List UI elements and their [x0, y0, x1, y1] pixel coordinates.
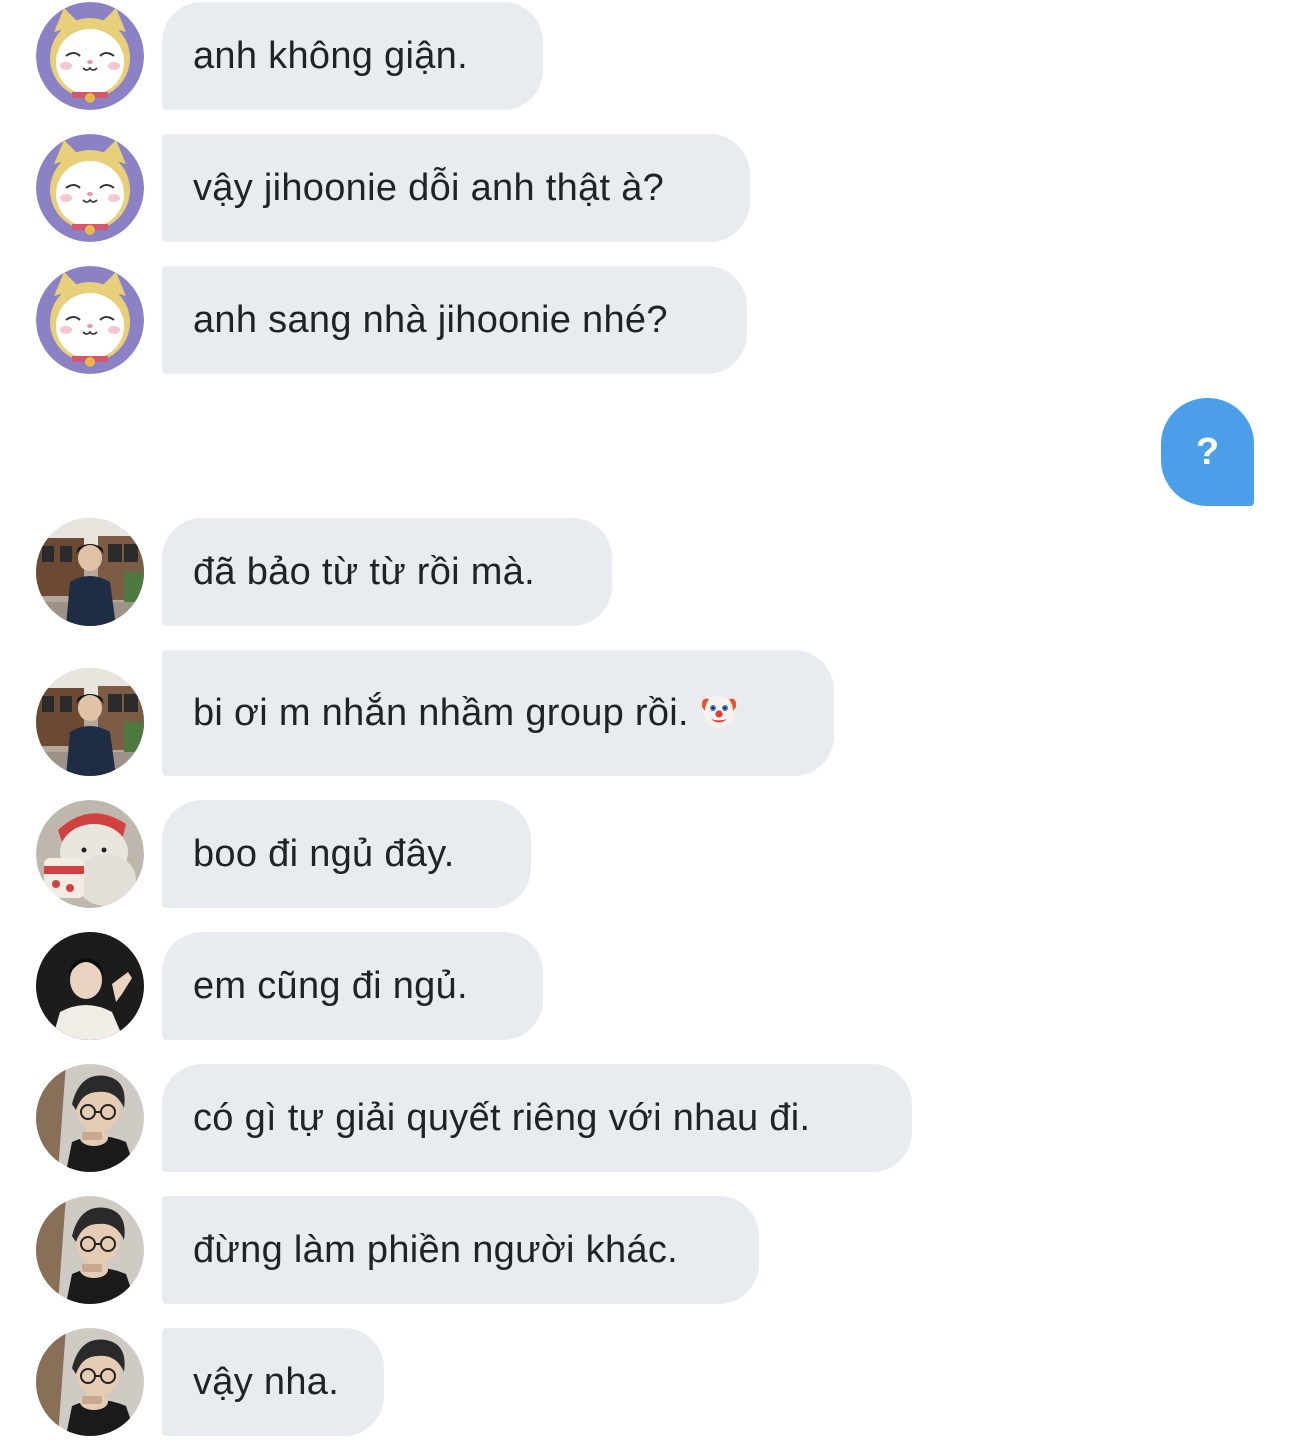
message-text: đã bảo từ từ rồi mà. — [193, 551, 536, 593]
message-text: anh không giận. — [193, 35, 468, 77]
message-bubble[interactable]: vậy jihoonie dỗi anh thật à? — [162, 134, 750, 242]
message-bubble[interactable]: em cũng đi ngủ. — [162, 932, 543, 1040]
sender-avatar[interactable] — [36, 800, 144, 908]
message-bubble[interactable]: đã bảo từ từ rồi mà. — [162, 518, 612, 626]
cat-cartoon-avatar-icon — [36, 266, 144, 374]
message-text: vậy nha. — [193, 1361, 340, 1403]
street-photo-avatar-icon — [36, 668, 144, 776]
glasses-boy-avatar-icon — [36, 1328, 144, 1436]
dark-portrait-avatar-icon — [36, 932, 144, 1040]
message-text: ? — [1195, 431, 1220, 473]
message-bubble[interactable]: boo đi ngủ đây. — [162, 800, 531, 908]
message-bubble[interactable]: anh sang nhà jihoonie nhé? — [162, 266, 747, 374]
sender-avatar[interactable] — [36, 518, 144, 626]
message-bubble[interactable]: có gì tự giải quyết riêng với nhau đi. — [162, 1064, 912, 1172]
message-bubble[interactable]: bi ơi m nhắn nhầm group rồi. — [162, 650, 834, 776]
message-text: boo đi ngủ đây. — [193, 833, 455, 875]
sender-avatar[interactable] — [36, 1196, 144, 1304]
message-text: có gì tự giải quyết riêng với nhau đi. — [193, 1097, 811, 1139]
message-text: em cũng đi ngủ. — [193, 965, 468, 1007]
message-text: anh sang nhà jihoonie nhé? — [193, 299, 668, 341]
sender-avatar[interactable] — [36, 932, 144, 1040]
sender-avatar[interactable] — [36, 2, 144, 110]
sender-avatar[interactable] — [36, 668, 144, 776]
glasses-boy-avatar-icon — [36, 1196, 144, 1304]
cat-cartoon-avatar-icon — [36, 2, 144, 110]
sender-avatar[interactable] — [36, 1328, 144, 1436]
message-bubble[interactable]: anh không giận. — [162, 2, 543, 110]
message-text: vậy jihoonie dỗi anh thật à? — [193, 167, 665, 209]
sender-avatar[interactable] — [36, 134, 144, 242]
clown-face-icon — [699, 691, 739, 731]
message-text: đừng làm phiền người khác. — [193, 1229, 678, 1271]
outgoing-message-bubble[interactable]: ? — [1161, 398, 1254, 506]
glasses-boy-avatar-icon — [36, 1064, 144, 1172]
message-bubble[interactable]: vậy nha. — [162, 1328, 384, 1436]
message-bubble[interactable]: đừng làm phiền người khác. — [162, 1196, 759, 1304]
polar-bear-avatar-icon — [36, 800, 144, 908]
sender-avatar[interactable] — [36, 1064, 144, 1172]
street-photo-avatar-icon — [36, 518, 144, 626]
sender-avatar[interactable] — [36, 266, 144, 374]
cat-cartoon-avatar-icon — [36, 134, 144, 242]
message-text: bi ơi m nhắn nhầm group rồi. — [193, 692, 689, 734]
